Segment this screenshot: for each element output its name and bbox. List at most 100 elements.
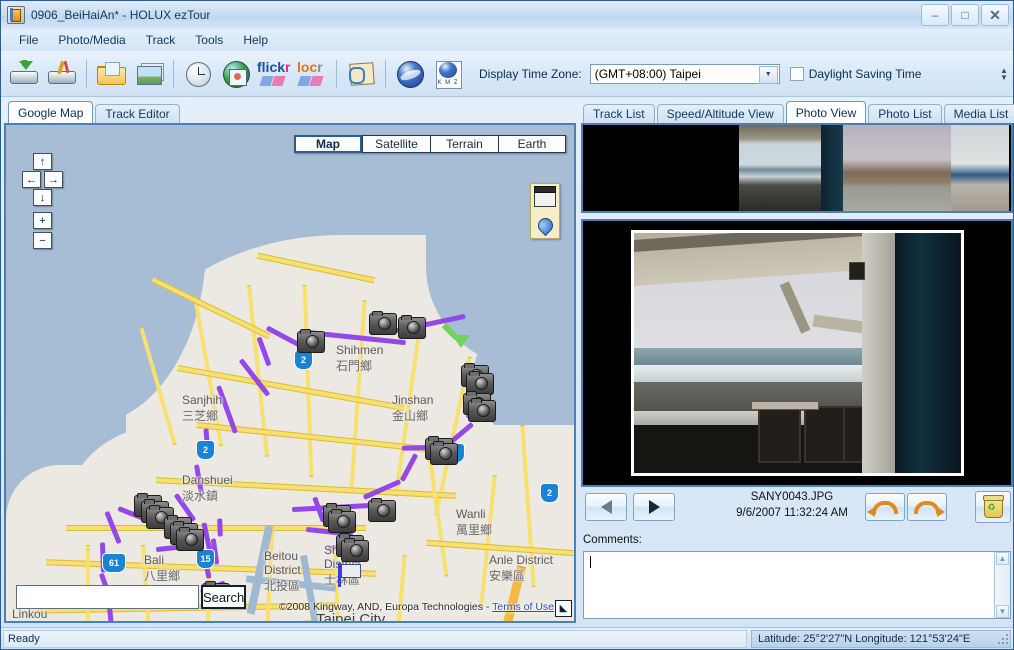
map-pan-zoom-controls: ↑ ← → ↓ + −: [22, 153, 63, 253]
flickr-upload-button[interactable]: flickr: [255, 54, 293, 94]
toolbar-overflow-button[interactable]: ▲ ▼: [997, 51, 1011, 97]
map-attribution-text: ©2008 Kingway, AND, Europa Technologies …: [278, 601, 493, 613]
comments-input[interactable]: ▲ ▼: [583, 551, 1011, 619]
zoom-out-button[interactable]: −: [33, 232, 52, 249]
map-search-bar: Search: [16, 585, 247, 609]
photo-marker[interactable]: [328, 509, 356, 533]
map-flag-marker[interactable]: [338, 563, 361, 587]
map-attribution: ©2008 Kingway, AND, Europa Technologies …: [279, 601, 554, 613]
terms-of-use-link[interactable]: Terms of Use: [492, 601, 554, 613]
photo-marker[interactable]: [341, 538, 369, 562]
previous-arrow-icon: [600, 500, 612, 514]
google-earth-icon: [395, 60, 425, 88]
rotate-right-icon: [914, 500, 945, 517]
menu-help[interactable]: Help: [233, 31, 278, 49]
tab-google-map[interactable]: Google Map: [8, 101, 94, 123]
tab-photo-list[interactable]: Photo List: [868, 104, 942, 123]
download-tracks-button[interactable]: [5, 54, 43, 94]
web-album-icon: [221, 60, 251, 88]
tab-track-editor[interactable]: Track Editor: [95, 104, 180, 123]
maximize-button[interactable]: □: [951, 4, 979, 26]
pan-up-button[interactable]: ↑: [33, 153, 52, 170]
map-type-terrain[interactable]: Terrain: [430, 135, 498, 153]
photo-marker[interactable]: [176, 527, 204, 551]
map-search-input[interactable]: [16, 585, 199, 609]
map-type-map[interactable]: Map: [294, 135, 362, 153]
menu-file[interactable]: File: [9, 31, 48, 49]
map-resize-handle[interactable]: ◣: [555, 600, 572, 617]
text-caret: [590, 556, 591, 568]
open-folder-button[interactable]: [92, 54, 130, 94]
google-earth-button[interactable]: [391, 54, 429, 94]
photo-display-area[interactable]: [581, 219, 1013, 487]
app-icon: [7, 6, 25, 24]
menu-tools[interactable]: Tools: [185, 31, 233, 49]
timezone-select[interactable]: (GMT+08:00) Taipei ▼: [589, 63, 780, 84]
route-shield: 2: [540, 483, 559, 503]
thumbnail-item[interactable]: [951, 125, 1009, 211]
timezone-value: (GMT+08:00) Taipei: [594, 66, 701, 81]
pan-down-button[interactable]: ↓: [33, 189, 52, 206]
previous-photo-button[interactable]: [585, 493, 627, 521]
window-title: 0906_BeiHaiAn* - HOLUX ezTour: [31, 8, 211, 22]
thumbnail-item[interactable]: [739, 125, 843, 211]
pan-right-button[interactable]: →: [44, 171, 63, 188]
map-frame: 2 2 2 2 61 15 2Z 2 1 3 1 3 Shihmen石門鄉 Sa…: [4, 123, 576, 623]
minimize-button[interactable]: –: [921, 4, 949, 26]
photo-marker[interactable]: [369, 311, 397, 335]
resize-grip[interactable]: [998, 634, 1010, 646]
rotate-left-button[interactable]: [865, 493, 905, 521]
map-panel: Google Map Track Editor 2 2 2 61 15 Shih…: [4, 101, 576, 623]
chevron-down-icon[interactable]: ▼: [758, 65, 778, 84]
toolbar-separator: [336, 59, 337, 88]
application-window: 0906_BeiHaiAn* - HOLUX ezTour – □ ✕ File…: [0, 0, 1014, 650]
tab-speed-altitude-view[interactable]: Speed/Altitude View: [656, 104, 784, 123]
photo-marker[interactable]: [398, 315, 426, 339]
next-photo-button[interactable]: [633, 493, 675, 521]
photo-marker[interactable]: [297, 329, 325, 353]
thumbnail-item[interactable]: [843, 125, 951, 211]
time-adjust-button[interactable]: [179, 54, 217, 94]
dst-label: Daylight Saving Time: [808, 66, 922, 81]
delete-photo-button[interactable]: [975, 491, 1011, 523]
menu-track[interactable]: Track: [136, 31, 186, 49]
pan-left-button[interactable]: ←: [22, 171, 41, 188]
map-type-satellite[interactable]: Satellite: [362, 135, 430, 153]
locr-upload-button[interactable]: locr: [293, 54, 331, 94]
export-kmz-button[interactable]: K M Z: [429, 54, 467, 94]
dst-checkbox[interactable]: [789, 66, 804, 81]
photo-marker[interactable]: [368, 498, 396, 522]
map-search-button[interactable]: Search: [201, 585, 247, 609]
scroll-down-icon[interactable]: ▼: [996, 605, 1009, 618]
web-album-button[interactable]: [217, 54, 255, 94]
status-message: Ready: [3, 629, 747, 648]
route-shield: 61: [102, 553, 126, 573]
toolbar: flickr locr K M Z Display Time Zone: (GM…: [1, 51, 1013, 97]
photo-marker[interactable]: [468, 398, 496, 422]
zoom-in-button[interactable]: +: [33, 212, 52, 229]
toolbar-separator: [173, 59, 174, 88]
device-config-icon: [47, 60, 77, 88]
photo-marker[interactable]: [430, 441, 458, 465]
google-map-canvas[interactable]: 2 2 2 2 61 15 2Z 2 1 3 1 3 Shihmen石門鄉 Sa…: [6, 125, 574, 621]
map-overlay-controls: [530, 183, 560, 239]
map-type-earth[interactable]: Earth: [498, 135, 566, 153]
dst-option[interactable]: Daylight Saving Time: [789, 66, 922, 81]
media-overlay-icon[interactable]: [534, 186, 556, 208]
marker-overlay-icon[interactable]: [534, 214, 556, 236]
thumbnail-item[interactable]: [583, 125, 739, 211]
geotag-button[interactable]: [342, 54, 380, 94]
comments-scrollbar[interactable]: ▲ ▼: [994, 552, 1010, 618]
close-button[interactable]: ✕: [981, 4, 1009, 26]
device-config-button[interactable]: [43, 54, 81, 94]
menu-photo-media[interactable]: Photo/Media: [48, 31, 135, 49]
photo-thumbnail-strip[interactable]: [581, 123, 1013, 213]
rotate-right-button[interactable]: [907, 493, 947, 521]
scroll-up-icon[interactable]: ▲: [996, 552, 1009, 565]
download-tracks-icon: [9, 59, 39, 88]
tab-photo-view[interactable]: Photo View: [785, 101, 867, 123]
add-photos-button[interactable]: [130, 54, 168, 94]
tab-track-list[interactable]: Track List: [583, 104, 655, 123]
add-photos-icon: [134, 60, 164, 88]
tab-media-list[interactable]: Media List: [943, 104, 1014, 123]
